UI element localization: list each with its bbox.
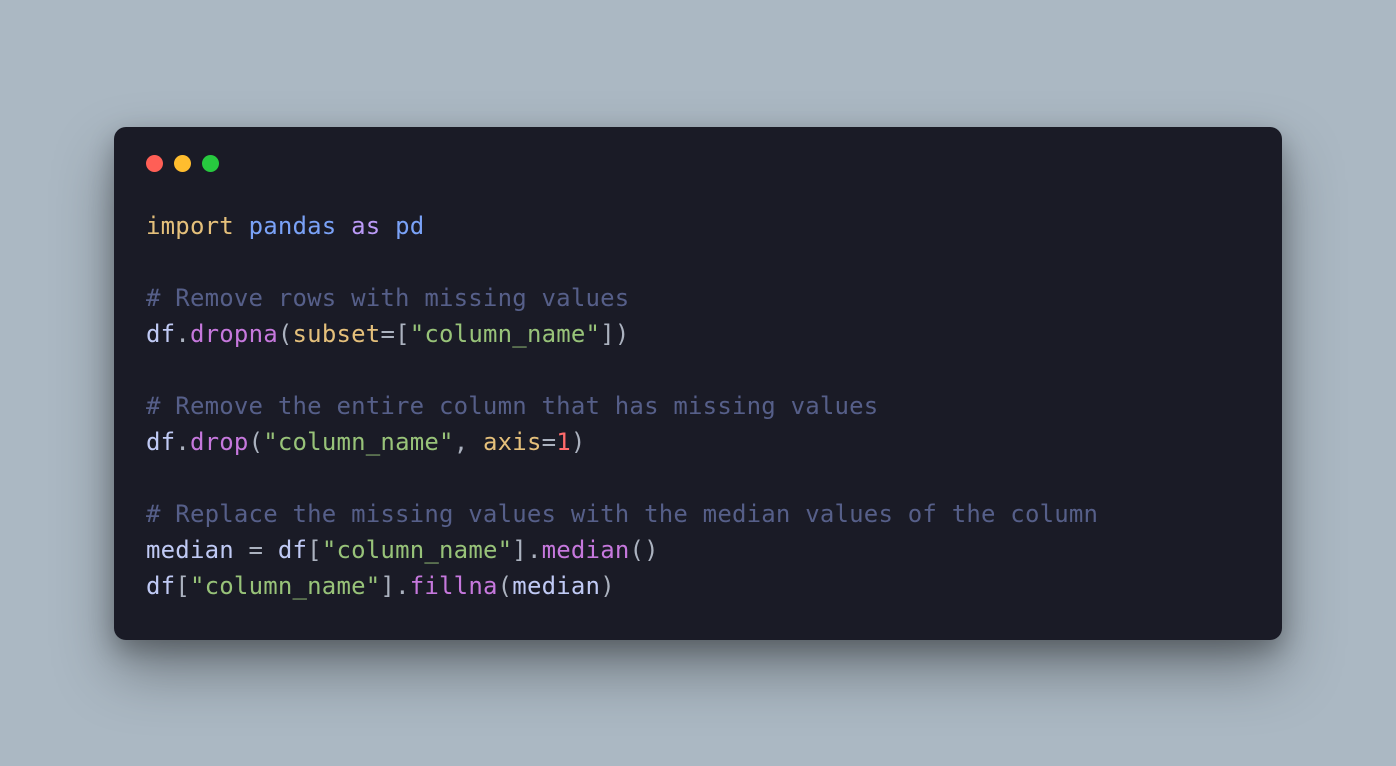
variable: df	[146, 572, 175, 600]
minimize-icon[interactable]	[174, 155, 191, 172]
punct: .	[527, 536, 542, 564]
variable: df	[146, 320, 175, 348]
string-literal: "column_name"	[322, 536, 512, 564]
comment: # Replace the missing values with the me…	[146, 500, 1098, 528]
keyword-as: as	[351, 212, 380, 240]
module-alias: pd	[395, 212, 424, 240]
punct: [	[395, 320, 410, 348]
variable: df	[146, 428, 175, 456]
punct: =	[542, 428, 557, 456]
variable: median	[146, 536, 234, 564]
module-name: pandas	[249, 212, 337, 240]
punct: (	[278, 320, 293, 348]
punct: .	[175, 428, 190, 456]
variable: df	[278, 536, 307, 564]
code-block: import pandas as pd # Remove rows with m…	[146, 208, 1250, 604]
punct: [	[175, 572, 190, 600]
punct: ,	[454, 428, 483, 456]
punct: ]	[600, 320, 615, 348]
punct: )	[571, 428, 586, 456]
method-call: median	[542, 536, 630, 564]
punct: (	[249, 428, 264, 456]
punct: ]	[512, 536, 527, 564]
method-call: fillna	[410, 572, 498, 600]
punct: [	[307, 536, 322, 564]
parameter: axis	[483, 428, 542, 456]
method-call: drop	[190, 428, 249, 456]
code-window: import pandas as pd # Remove rows with m…	[114, 127, 1282, 640]
comment: # Remove rows with missing values	[146, 284, 629, 312]
number-literal: 1	[556, 428, 571, 456]
punct: ()	[630, 536, 659, 564]
punct: )	[600, 572, 615, 600]
punct: ]	[380, 572, 395, 600]
close-icon[interactable]	[146, 155, 163, 172]
punct: =	[234, 536, 278, 564]
comment: # Remove the entire column that has miss…	[146, 392, 878, 420]
punct: .	[395, 572, 410, 600]
punct: =	[380, 320, 395, 348]
string-literal: "column_name"	[190, 572, 380, 600]
punct: )	[615, 320, 630, 348]
punct: (	[498, 572, 513, 600]
argument: median	[512, 572, 600, 600]
window-titlebar	[146, 155, 1250, 172]
method-call: dropna	[190, 320, 278, 348]
parameter: subset	[293, 320, 381, 348]
keyword-import: import	[146, 212, 234, 240]
string-literal: "column_name"	[410, 320, 600, 348]
string-literal: "column_name"	[263, 428, 453, 456]
punct: .	[175, 320, 190, 348]
maximize-icon[interactable]	[202, 155, 219, 172]
